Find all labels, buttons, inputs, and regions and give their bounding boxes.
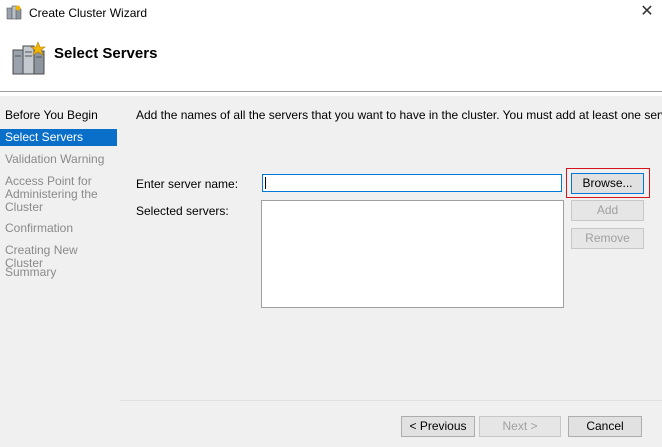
cancel-button[interactable]: Cancel (568, 416, 642, 437)
step-confirmation: Confirmation (5, 221, 74, 235)
step-summary: Summary (5, 265, 57, 279)
server-name-input[interactable] (262, 174, 562, 192)
servers-icon (12, 41, 46, 75)
step-access-point: Access Point for Administering the Clust… (5, 174, 98, 214)
previous-button[interactable]: < Previous (401, 416, 475, 437)
next-button[interactable]: Next > (479, 416, 561, 437)
wizard-steps-sidebar: Before You Begin Select Servers Validati… (0, 96, 120, 447)
remove-button[interactable]: Remove (571, 228, 644, 249)
selected-servers-list[interactable] (261, 200, 564, 308)
browse-button[interactable]: Browse... (571, 173, 644, 194)
wizard-content: Add the names of all the servers that yo… (120, 96, 662, 447)
wizard-header: Select Servers (0, 26, 662, 92)
add-button[interactable]: Add (571, 200, 644, 221)
step-before-you-begin[interactable]: Before You Begin (0, 109, 117, 122)
header-divider (0, 91, 662, 92)
window-title: Create Cluster Wizard (29, 6, 148, 20)
title-bar: Create Cluster Wizard ✕ (0, 0, 662, 26)
cluster-wizard-icon (6, 5, 22, 20)
page-title: Select Servers (54, 45, 158, 62)
step-select-servers[interactable]: Select Servers (0, 129, 117, 146)
close-button[interactable]: ✕ (632, 0, 662, 26)
instructions-text: Add the names of all the servers that yo… (136, 108, 662, 122)
footer-divider (120, 400, 662, 401)
step-validation-warning: Validation Warning (5, 152, 105, 166)
selected-servers-label: Selected servers: (136, 204, 229, 218)
server-name-label: Enter server name: (136, 177, 239, 191)
